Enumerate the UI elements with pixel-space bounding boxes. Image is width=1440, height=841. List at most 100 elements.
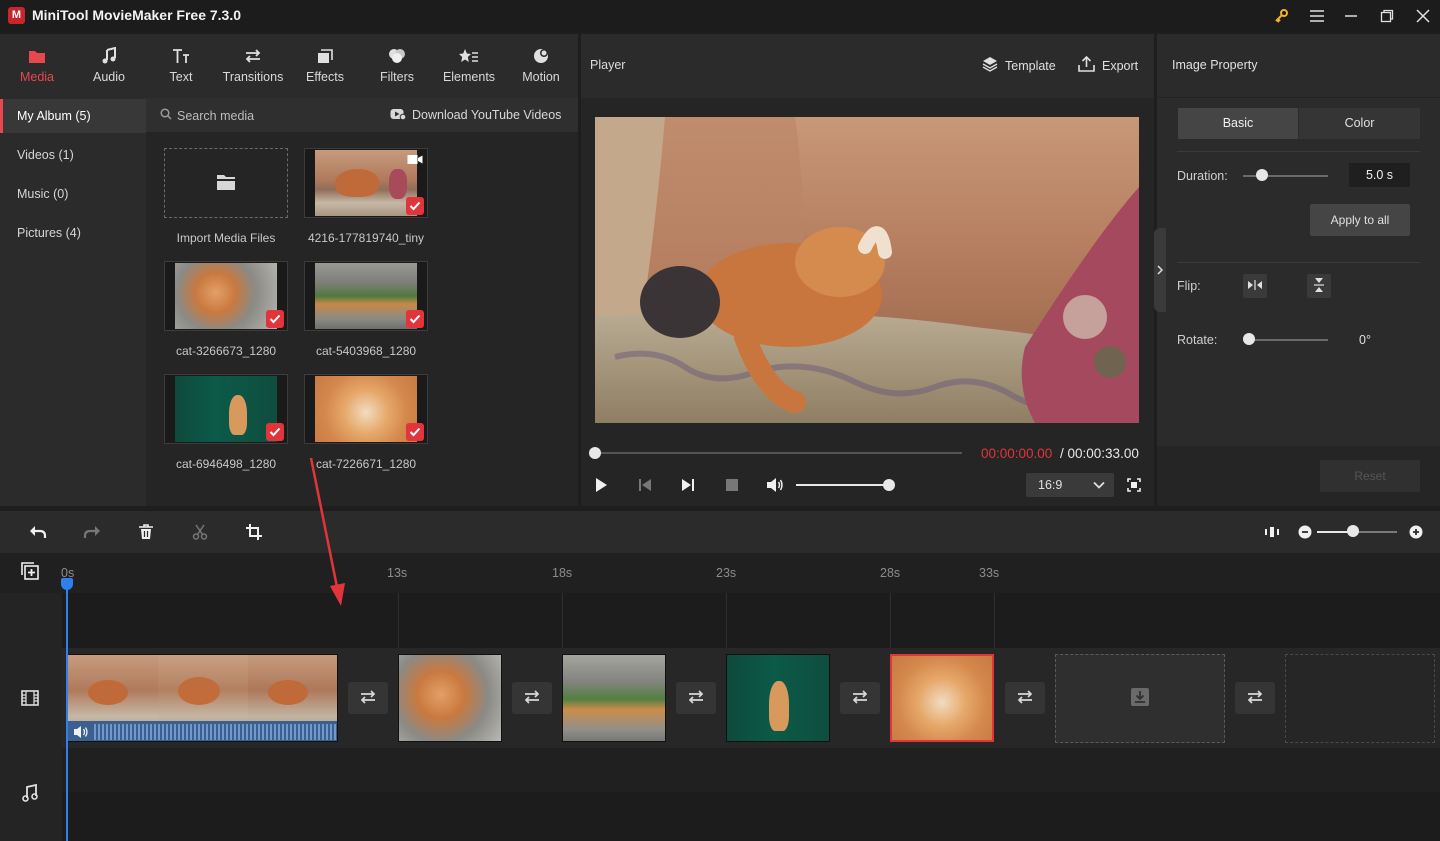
tab-transitions[interactable]: Transitions — [217, 34, 289, 98]
checked-icon[interactable] — [266, 310, 284, 328]
grid-line — [726, 593, 727, 648]
tab-effects[interactable]: Effects — [289, 34, 361, 98]
transition-slot[interactable] — [840, 682, 880, 714]
checked-icon[interactable] — [406, 310, 424, 328]
timeline-clip-image[interactable] — [726, 654, 830, 742]
redo-icon — [83, 524, 101, 543]
ruler-tick: 23s — [716, 566, 737, 580]
timeline-clip-image-selected[interactable] — [890, 654, 994, 742]
stop-button[interactable] — [722, 476, 742, 496]
media-item-label: Import Media Files — [176, 231, 276, 245]
key-icon[interactable] — [1264, 0, 1298, 32]
drop-media-slot[interactable] — [1055, 654, 1225, 743]
duration-input[interactable]: 5.0 s — [1349, 163, 1410, 187]
flip-horizontal-button[interactable] — [1243, 274, 1267, 298]
music-note-icon — [22, 783, 38, 805]
tab-label: Media — [19, 70, 55, 84]
transition-slot[interactable] — [348, 682, 388, 714]
add-track-button[interactable] — [19, 561, 41, 583]
zoom-in-button[interactable] — [1405, 522, 1427, 544]
search-input[interactable] — [177, 107, 357, 125]
tab-motion[interactable]: Motion — [505, 34, 577, 98]
zoom-knob[interactable] — [1347, 525, 1359, 537]
zoom-out-button[interactable] — [1294, 522, 1316, 544]
stop-icon — [725, 478, 739, 495]
rotate-label: Rotate: — [1177, 333, 1218, 347]
rotate-slider[interactable] — [1243, 339, 1328, 341]
volume-slider[interactable] — [796, 484, 888, 486]
album-item-my-album[interactable]: My Album (5) — [0, 99, 146, 133]
import-media-button[interactable] — [164, 148, 288, 218]
chevron-down-icon — [1092, 478, 1106, 495]
menu-icon[interactable] — [1300, 0, 1334, 32]
duration-label: Duration: — [1177, 169, 1228, 183]
flip-horizontal-icon — [1247, 279, 1263, 294]
tab-filters[interactable]: Filters — [361, 34, 433, 98]
clip-volume-icon[interactable] — [73, 725, 89, 741]
maximize-icon[interactable] — [1370, 0, 1404, 32]
tab-basic[interactable]: Basic — [1178, 108, 1298, 139]
next-frame-button[interactable] — [678, 476, 698, 496]
current-time: 00:00:00.00 — [981, 446, 1053, 461]
volume-button[interactable] — [765, 476, 785, 496]
empty-slot[interactable] — [1285, 654, 1435, 743]
previous-frame-button[interactable] — [635, 476, 655, 496]
transition-slot[interactable] — [1235, 682, 1275, 714]
transition-slot[interactable] — [676, 682, 716, 714]
transitions-icon — [217, 46, 289, 66]
playhead[interactable] — [66, 580, 68, 841]
album-item-music[interactable]: Music (0) — [0, 177, 146, 211]
progress-bar[interactable] — [594, 452, 962, 454]
export-button[interactable]: Export — [1078, 55, 1138, 75]
import-tray-icon — [1130, 687, 1150, 710]
delete-button[interactable] — [135, 522, 157, 544]
flip-label: Flip: — [1177, 279, 1201, 293]
player-header — [581, 34, 1154, 98]
duration-knob[interactable] — [1256, 169, 1268, 181]
checked-icon[interactable] — [406, 197, 424, 215]
play-button[interactable] — [591, 476, 611, 496]
redo-button[interactable] — [81, 522, 103, 544]
undo-button[interactable] — [27, 522, 49, 544]
album-item-pictures[interactable]: Pictures (4) — [0, 216, 146, 250]
youtube-download-icon — [390, 108, 407, 123]
panel-collapse-handle[interactable] — [1154, 228, 1166, 312]
skip-back-icon — [638, 478, 652, 495]
tab-elements[interactable]: Elements — [433, 34, 505, 98]
ruler-tick: 13s — [387, 566, 408, 580]
split-button[interactable] — [189, 522, 211, 544]
tab-color[interactable]: Color — [1299, 108, 1420, 139]
flip-vertical-button[interactable] — [1307, 274, 1331, 298]
fit-timeline-button[interactable] — [1261, 522, 1283, 544]
media-item-label: cat-5403968_1280 — [315, 344, 417, 358]
zoom-out-icon — [1298, 525, 1312, 542]
template-button[interactable]: Template — [982, 56, 1056, 75]
checked-icon[interactable] — [266, 423, 284, 441]
tab-audio[interactable]: Audio — [73, 34, 145, 98]
volume-knob[interactable] — [883, 479, 895, 491]
timeline-clip-image[interactable] — [398, 654, 502, 742]
tab-text[interactable]: Text — [145, 34, 217, 98]
crop-button[interactable] — [243, 522, 265, 544]
rotate-knob[interactable] — [1243, 333, 1255, 345]
swap-icon — [851, 689, 869, 707]
apply-to-all-button[interactable]: Apply to all — [1310, 204, 1410, 236]
minimize-icon[interactable] — [1334, 0, 1368, 32]
close-icon[interactable] — [1406, 0, 1440, 32]
download-youtube-button[interactable]: Download YouTube Videos — [390, 106, 561, 124]
transition-slot[interactable] — [1005, 682, 1045, 714]
reset-button[interactable]: Reset — [1320, 460, 1420, 492]
fit-to-timeline-icon — [1264, 525, 1280, 542]
media-item-label: cat-3266673_1280 — [175, 344, 277, 358]
playhead-handle[interactable] — [61, 578, 73, 590]
checked-icon[interactable] — [406, 423, 424, 441]
grid-line — [562, 593, 563, 648]
timeline-clip-video[interactable] — [67, 654, 338, 742]
tab-media[interactable]: Media — [1, 34, 73, 98]
transition-slot[interactable] — [512, 682, 552, 714]
progress-knob[interactable] — [589, 447, 601, 459]
timeline-clip-image[interactable] — [562, 654, 666, 742]
fullscreen-button[interactable] — [1124, 476, 1144, 496]
filters-icon — [361, 46, 433, 66]
album-item-videos[interactable]: Videos (1) — [0, 138, 146, 172]
